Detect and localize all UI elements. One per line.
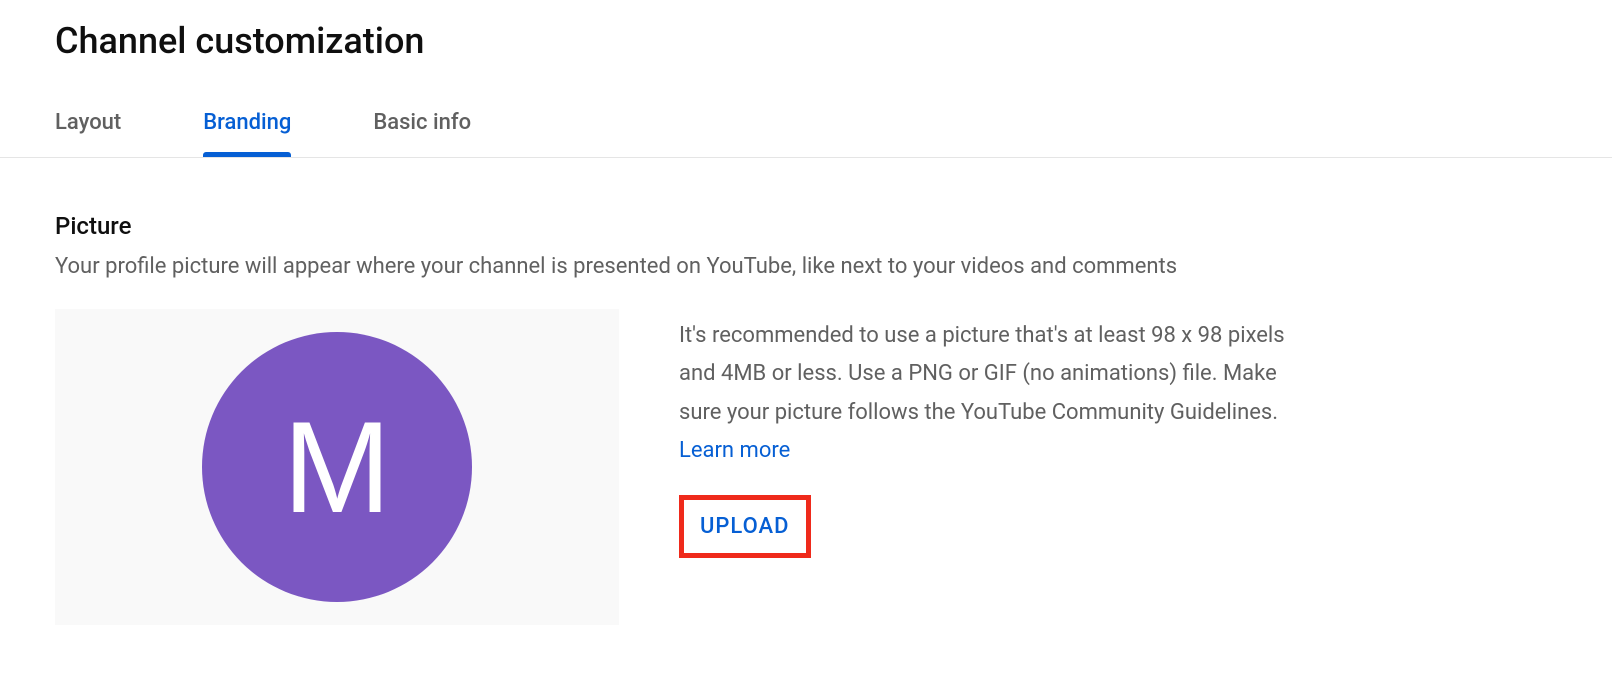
picture-recommendation: It's recommended to use a picture that's… <box>679 317 1319 471</box>
picture-heading: Picture <box>55 212 1557 240</box>
tab-layout[interactable]: Layout <box>55 110 121 157</box>
avatar: M <box>202 332 472 602</box>
picture-section: Picture Your profile picture will appear… <box>55 212 1557 625</box>
recommendation-text: It's recommended to use a picture that's… <box>679 323 1285 425</box>
picture-preview: M <box>55 309 619 625</box>
page-title: Channel customization <box>55 20 1557 62</box>
picture-row: M It's recommended to use a picture that… <box>55 309 1557 625</box>
tabs-container: Layout Branding Basic info <box>0 110 1612 158</box>
tab-basic-info[interactable]: Basic info <box>373 110 471 157</box>
avatar-letter: M <box>283 392 391 542</box>
learn-more-link[interactable]: Learn more <box>679 438 790 463</box>
picture-description: Your profile picture will appear where y… <box>55 252 1557 283</box>
upload-highlight: UPLOAD <box>679 495 811 558</box>
upload-button[interactable]: UPLOAD <box>700 514 790 539</box>
tab-branding[interactable]: Branding <box>203 110 291 157</box>
picture-info: It's recommended to use a picture that's… <box>679 309 1319 625</box>
